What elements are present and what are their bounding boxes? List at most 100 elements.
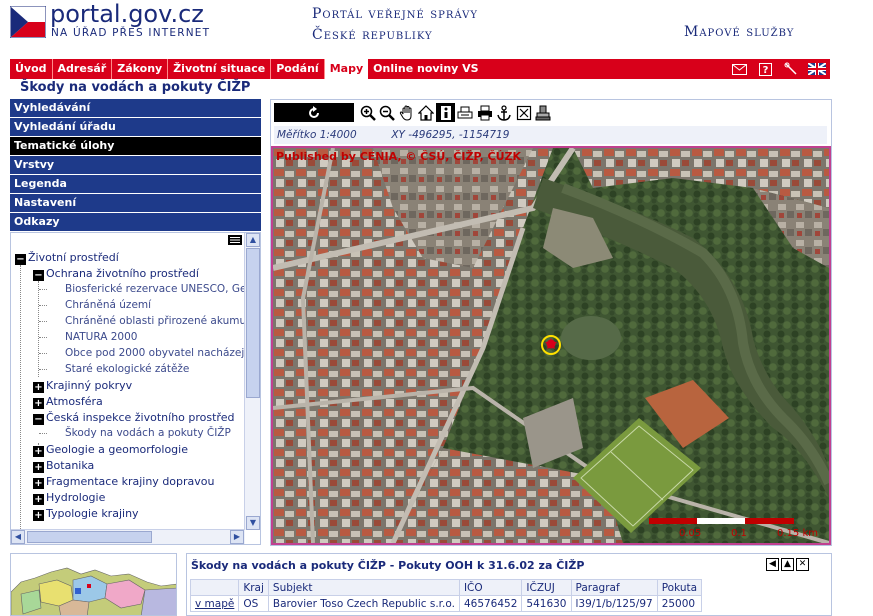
menu-item-vyhledavani[interactable]: Vyhledávání [10, 99, 261, 117]
tree-node-ochrana[interactable]: − Ochrana životního prostředí [33, 267, 199, 281]
expand-icon[interactable]: + [33, 478, 44, 489]
column-header[interactable]: IČO [458, 579, 523, 596]
tree-vertical-scrollbar[interactable]: ▲ ▼ [244, 233, 260, 530]
zoom-in-icon[interactable] [358, 103, 377, 122]
tree-node-geologie[interactable]: + Geologie a geomorfologie [33, 443, 188, 457]
nav-item-zivotni-situace[interactable]: Životní situace [168, 59, 272, 79]
info-icon[interactable] [436, 103, 455, 122]
column-header[interactable]: Pokuta [656, 579, 703, 596]
anchor-icon[interactable] [495, 103, 514, 122]
tree-node-cizp[interactable]: − Česká inspekce životního prostřed [33, 411, 234, 425]
tree-node-label: Botanika [46, 459, 95, 472]
scroll-up-icon[interactable]: ▲ [246, 233, 260, 247]
menu-item-odkazy[interactable]: Odkazy [10, 213, 261, 231]
tree-node-label: Fragmentace krajiny dopravou [46, 475, 215, 488]
nav-item-podani[interactable]: Podání [271, 59, 325, 79]
scale-bar [649, 518, 794, 524]
results-panel: Škody na vodách a pokuty ČIŽP - Pokuty O… [186, 553, 832, 616]
uk-flag-icon[interactable] [804, 59, 830, 79]
column-header[interactable]: Kraj [238, 579, 269, 596]
menu-item-nastaveni[interactable]: Nastavení [10, 194, 261, 212]
back-arrow-icon[interactable]: ◀ [766, 558, 779, 571]
table-header-row: Kraj Subjekt IČO IČZUJ Paragraf Pokuta [189, 579, 703, 596]
collapse-icon[interactable]: − [15, 254, 26, 265]
tree-connector [39, 289, 47, 290]
menu-item-vrstvy[interactable]: Vrstvy [10, 156, 261, 174]
theme-tree-panel: − Životní prostředí − Ochrana životního pr… [10, 232, 261, 545]
tree-node-typologie[interactable]: + Typologie krajiny [33, 507, 139, 521]
expand-icon[interactable]: + [33, 398, 44, 409]
expand-icon[interactable]: + [33, 382, 44, 393]
nav-item-zakony[interactable]: Zákony [112, 59, 169, 79]
collapse-icon[interactable]: − [33, 414, 44, 425]
show-in-map-link[interactable]: v mapě [195, 598, 234, 610]
tree-leaf-biosfericke[interactable]: Biosferické rezervace UNESCO, Geo [65, 283, 245, 295]
site-title[interactable]: portal.gov.cz [50, 0, 204, 28]
list-view-icon[interactable] [228, 235, 242, 245]
tree-connector [39, 369, 47, 370]
scroll-thumb[interactable] [246, 248, 260, 398]
tree-leaf-stare-zateze[interactable]: Staré ekologické zátěže [65, 363, 189, 375]
zoom-out-icon[interactable] [378, 103, 397, 122]
tools-icon[interactable] [778, 59, 804, 79]
home-icon[interactable] [417, 103, 436, 122]
portal-title-line1: Portál veřejné správy [312, 6, 478, 22]
map-coordinates: XY -496295, -1154719 [391, 129, 510, 141]
nav-item-adresar[interactable]: Adresář [53, 59, 113, 79]
tree-leaf-skody-na-vodach[interactable]: Škody na vodách a pokuty ČIŽP [65, 427, 231, 439]
aerial-map[interactable]: Published by CENIA, © ČSÚ, ČIŽP, ČÚZK 0.… [271, 146, 831, 545]
expand-icon[interactable]: + [33, 510, 44, 521]
scroll-right-icon[interactable]: ▶ [230, 530, 244, 544]
tree-leaf-chranena-uzemi[interactable]: Chráněná území [65, 299, 151, 311]
expand-icon[interactable]: + [33, 462, 44, 473]
results-table: Kraj Subjekt IČO IČZUJ Paragraf Pokuta v… [189, 579, 703, 612]
table-cell: Barovier Toso Czech Republic s.r.o. [267, 595, 460, 612]
nav-item-mapy[interactable]: Mapy [324, 59, 369, 79]
section-title: Mapové služby [684, 24, 795, 40]
menu-item-legenda[interactable]: Legenda [10, 175, 261, 193]
collapse-icon[interactable]: − [33, 270, 44, 281]
nav-item-online-noviny[interactable]: Online noviny VS [368, 59, 483, 79]
pan-hand-icon[interactable] [397, 103, 416, 122]
nav-item-uvod[interactable]: Úvod [10, 59, 53, 79]
expand-icon[interactable]: + [33, 446, 44, 457]
tree-node-hydrologie[interactable]: + Hydrologie [33, 491, 105, 505]
table-cell: 46576452 [458, 595, 523, 612]
tree-node-fragmentace[interactable]: + Fragmentace krajiny dopravou [33, 475, 215, 489]
tree-horizontal-scrollbar[interactable]: ◀ ▶ [11, 529, 245, 544]
expand-icon[interactable]: + [33, 494, 44, 505]
table-cell: 541630 [521, 595, 572, 612]
tree-node-atmosfera[interactable]: + Atmosféra [33, 395, 103, 409]
tree-node-krajinny-pokryv[interactable]: + Krajinný pokryv [33, 379, 132, 393]
tree-connector [39, 321, 47, 322]
tree-leaf-obce[interactable]: Obce pod 2000 obyvatel nacházející [65, 347, 245, 359]
scroll-thumb[interactable] [27, 531, 152, 543]
column-header[interactable]: Subjekt [267, 579, 460, 596]
refresh-button[interactable] [274, 103, 354, 122]
table-cell: v mapě [189, 595, 240, 612]
tree-node-botanika[interactable]: + Botanika [33, 459, 94, 473]
tree-leaf-chranene-oblasti[interactable]: Chráněné oblasti přirozené akumulac [65, 315, 245, 327]
print-setup-icon[interactable] [456, 103, 475, 122]
tree-leaf-natura[interactable]: NATURA 2000 [65, 331, 137, 343]
menu-item-tematicke-ulohy[interactable]: Tematické úlohy [10, 137, 261, 155]
aerial-photo-image [273, 148, 829, 543]
scroll-left-icon[interactable]: ◀ [11, 530, 25, 544]
measure-icon[interactable] [514, 103, 533, 122]
help-icon[interactable]: ? [752, 59, 778, 79]
column-header[interactable]: IČZUJ [521, 579, 572, 596]
menu-item-vyhledani-uradu[interactable]: Vyhledání úřadu [10, 118, 261, 136]
close-icon[interactable]: ✕ [796, 558, 809, 571]
tree-node-zivotni-prostredi[interactable]: − Životní prostředí [15, 251, 119, 265]
envelope-icon[interactable] [726, 59, 752, 79]
scroll-down-icon[interactable]: ▼ [246, 516, 260, 530]
overview-map[interactable] [10, 553, 177, 616]
scale-label: 0.1 [731, 528, 747, 539]
tree-connector [39, 337, 47, 338]
upload-icon[interactable]: ▲ [781, 558, 794, 571]
column-header[interactable]: Paragraf [570, 579, 658, 596]
map-toolbar [274, 103, 553, 122]
stamp-icon[interactable] [534, 103, 553, 122]
print-icon[interactable] [475, 103, 494, 122]
czech-flag-logo-icon[interactable] [10, 6, 46, 38]
